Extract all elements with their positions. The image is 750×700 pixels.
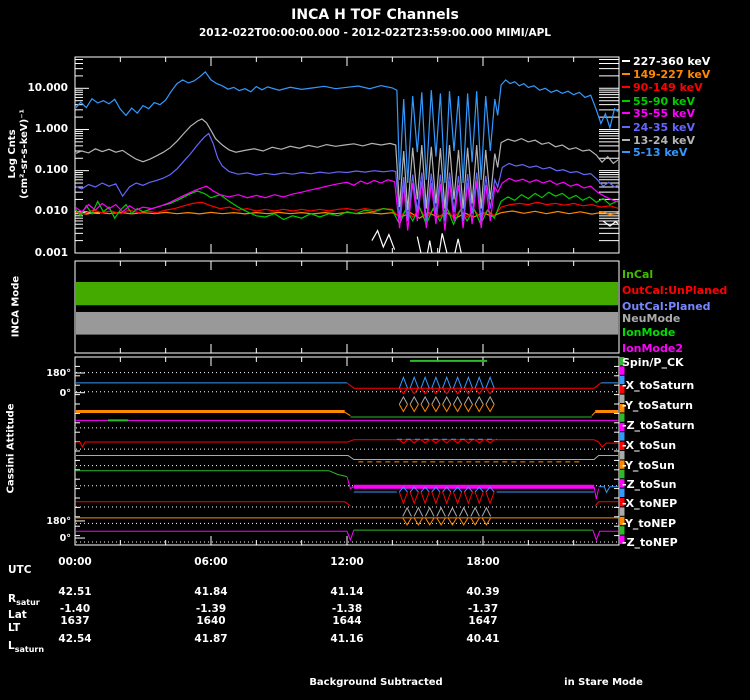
lt-value: 1647 bbox=[468, 615, 498, 627]
mode-panel-ylabel: INCA Mode bbox=[10, 275, 22, 338]
row-label-r: Rsatur bbox=[8, 593, 40, 608]
legend-item: -X_toNEP bbox=[622, 497, 678, 510]
legend-item: -Z_toSaturn bbox=[622, 419, 695, 432]
utc-label-0: 00:00 bbox=[58, 556, 92, 568]
ytick-10: 10.000 bbox=[27, 82, 68, 94]
lat-value: -1.40 bbox=[59, 603, 91, 615]
attitude-panel-ylabel: Cassini Attitude bbox=[5, 403, 17, 494]
legend-tick-icon bbox=[622, 151, 630, 153]
utc-label-2: 12:00 bbox=[330, 556, 364, 568]
utc-label-1: 06:00 bbox=[194, 556, 228, 568]
legend-item: InCal bbox=[622, 268, 654, 281]
top-panel-ylabel: Log Cnts (cm²-sr-s-keV)⁻¹ bbox=[7, 99, 31, 209]
legend-item: -Y_toNEP bbox=[622, 517, 677, 530]
row-label-r-sub: satur bbox=[16, 598, 40, 608]
legend-item: Spin/P_CK bbox=[622, 356, 684, 369]
legend-tick-icon bbox=[622, 86, 630, 88]
ytick-1: 1.000 bbox=[34, 123, 68, 135]
lt-value: 1640 bbox=[196, 615, 226, 627]
row-label-l-sub: saturn bbox=[14, 645, 45, 655]
ytick-0p1: 0.100 bbox=[34, 164, 68, 176]
legend-tick-icon bbox=[622, 126, 630, 128]
legend-item: IonMode2 bbox=[622, 342, 683, 355]
ylabel-line1: Log Cnts bbox=[7, 129, 18, 179]
background-subtracted-note: Background Subtracted bbox=[309, 677, 443, 688]
page-title: INCA H TOF Channels bbox=[291, 7, 459, 23]
l-value: 40.41 bbox=[466, 633, 500, 645]
row-label-lt: LT bbox=[8, 622, 21, 634]
attitude-ytick: 180° bbox=[46, 516, 71, 527]
legend-item: OutCal:UnPlaned bbox=[622, 284, 728, 297]
l-value: 42.54 bbox=[58, 633, 92, 645]
stare-mode-note: in Stare Mode bbox=[564, 677, 643, 688]
legend-item: -Z_toNEP bbox=[622, 536, 678, 549]
ytick-0p001: 0.001 bbox=[34, 247, 68, 259]
r-value: 41.14 bbox=[330, 586, 364, 598]
legend-item: 24-35 keV bbox=[622, 121, 695, 134]
legend-item: NeuMode bbox=[622, 312, 681, 325]
legend-item: -Y_toSun bbox=[622, 459, 675, 472]
lat-value: -1.39 bbox=[195, 603, 227, 615]
legend-item: IonMode bbox=[622, 326, 676, 339]
legend-item: -Z_toSun bbox=[622, 478, 677, 491]
row-label-lat: Lat bbox=[8, 609, 27, 621]
l-value: 41.16 bbox=[330, 633, 364, 645]
legend-tick-icon bbox=[622, 139, 630, 141]
legend-tick-icon bbox=[622, 60, 630, 62]
legend-tick-icon bbox=[622, 100, 630, 102]
legend-item: 149-227 keV bbox=[622, 68, 710, 81]
ytick-0p01: 0.010 bbox=[34, 205, 68, 217]
legend-item: 5-13 keV bbox=[622, 146, 687, 159]
inca-tof-figure: INCA H TOF Channels 2012-022T00:00:00.00… bbox=[0, 0, 750, 700]
row-label-utc: UTC bbox=[8, 564, 32, 576]
r-value: 41.84 bbox=[194, 586, 228, 598]
figure-subtitle: 2012-022T00:00:00.000 - 2012-022T23:59:0… bbox=[199, 27, 551, 39]
legend-item: 35-55 keV bbox=[622, 107, 695, 120]
r-value: 42.51 bbox=[58, 586, 92, 598]
l-value: 41.87 bbox=[194, 633, 228, 645]
utc-label-3: 18:00 bbox=[466, 556, 500, 568]
attitude-ytick: 0° bbox=[59, 533, 71, 544]
lat-value: -1.38 bbox=[331, 603, 363, 615]
attitude-ytick: 0° bbox=[59, 388, 71, 399]
lt-value: 1644 bbox=[332, 615, 362, 627]
legend-item: 90-149 keV bbox=[622, 81, 703, 94]
lat-value: -1.37 bbox=[467, 603, 499, 615]
r-value: 40.39 bbox=[466, 586, 500, 598]
attitude-ytick: 180° bbox=[46, 368, 71, 379]
legend-item: 227-360 keV bbox=[622, 55, 710, 68]
legend-tick-icon bbox=[622, 73, 630, 75]
legend-tick-icon bbox=[622, 112, 630, 114]
row-label-l: Lsaturn bbox=[8, 640, 45, 655]
legend-item: -Y_toSaturn bbox=[622, 399, 693, 412]
legend-item: -X_toSun bbox=[622, 439, 677, 452]
ylabel-line2: (cm²-sr-s-keV)⁻¹ bbox=[19, 109, 30, 199]
legend-item: -X_toSaturn bbox=[622, 379, 695, 392]
lt-value: 1637 bbox=[60, 615, 90, 627]
